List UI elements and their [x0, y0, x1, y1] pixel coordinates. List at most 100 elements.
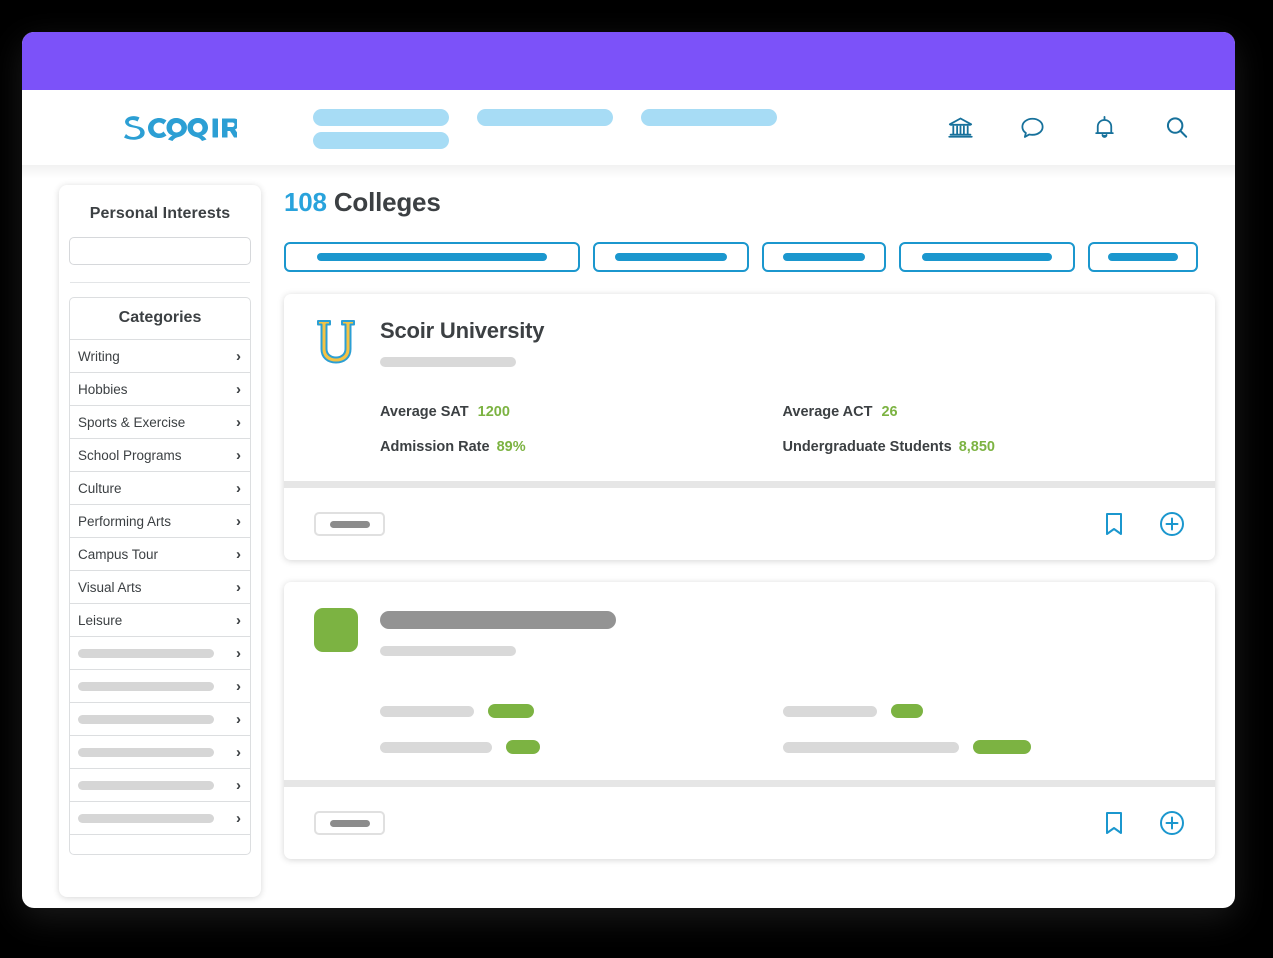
category-placeholder-bar [78, 747, 214, 757]
college-logo-placeholder [314, 608, 358, 652]
chevron-right-icon: › [236, 380, 241, 398]
app-window: Personal Interests Categories Writing › … [22, 32, 1235, 908]
college-card-scoir-university[interactable]: Scoir University Average SAT 1200 Averag… [284, 294, 1215, 560]
chevron-right-icon: › [236, 578, 241, 596]
filter-chip-1[interactable] [284, 242, 580, 272]
sidebar-item-empty [70, 835, 250, 854]
sidebar-item-placeholder[interactable]: › [70, 703, 250, 736]
card-footer [284, 787, 1215, 859]
add-circle-icon[interactable] [1159, 810, 1185, 836]
filter-placeholder-bar [317, 253, 547, 261]
chevron-right-icon: › [236, 710, 241, 728]
sidebar-item-culture[interactable]: Culture › [70, 472, 250, 505]
filter-placeholder-bar [615, 253, 727, 261]
stat-label-placeholder [380, 741, 492, 753]
category-label: Culture [78, 480, 122, 496]
sidebar-item-performing-arts[interactable]: Performing Arts › [70, 505, 250, 538]
stat-label-placeholder [380, 705, 474, 717]
sidebar-item-school-programs[interactable]: School Programs › [70, 439, 250, 472]
card-divider [284, 780, 1215, 787]
card-footer-icons [1103, 511, 1185, 537]
sidebar-item-sports-exercise[interactable]: Sports & Exercise › [70, 406, 250, 439]
chevron-right-icon: › [236, 446, 241, 464]
chevron-right-icon: › [236, 479, 241, 497]
chevron-right-icon: › [236, 644, 241, 662]
search-icon[interactable] [1162, 114, 1190, 142]
sidebar-divider [70, 282, 250, 283]
nav-placeholder-bar [313, 131, 449, 149]
chevron-right-icon: › [236, 776, 241, 794]
sidebar-item-writing[interactable]: Writing › [70, 340, 250, 373]
filter-chip-5[interactable] [1088, 242, 1198, 272]
sidebar-search-input[interactable] [69, 237, 251, 265]
stat-label: Undergraduate Students [782, 439, 952, 455]
card-footer [284, 488, 1215, 560]
nav-item-3[interactable] [641, 107, 777, 126]
category-label: Performing Arts [78, 513, 172, 529]
sidebar-item-hobbies[interactable]: Hobbies › [70, 373, 250, 406]
filter-chip-3[interactable] [762, 242, 886, 272]
stat-average-act: Average ACT 26 [783, 404, 1186, 420]
main-nav [313, 107, 777, 149]
purple-top-bar [22, 32, 1235, 90]
college-name: Scoir University [380, 318, 545, 343]
sidebar-item-placeholder[interactable]: › [70, 637, 250, 670]
category-placeholder-bar [78, 648, 214, 658]
sidebar-item-placeholder[interactable]: › [70, 769, 250, 802]
chat-bubble-icon[interactable] [1018, 114, 1046, 142]
stat-placeholder-row [782, 740, 1186, 754]
stat-value-placeholder [506, 740, 540, 754]
button-label-placeholder [329, 520, 370, 528]
chevron-right-icon: › [236, 809, 241, 827]
card-heading: Scoir University [380, 316, 1185, 367]
categories-header: Categories [70, 298, 250, 340]
category-label: Campus Tour [78, 546, 159, 562]
sidebar-item-placeholder[interactable]: › [70, 736, 250, 769]
card-action-button[interactable] [314, 811, 385, 835]
bookmark-icon[interactable] [1103, 810, 1125, 836]
sidebar-item-placeholder[interactable]: › [70, 802, 250, 835]
filter-placeholder-bar [783, 253, 865, 261]
bell-icon[interactable] [1090, 114, 1118, 142]
sidebar-item-visual-arts[interactable]: Visual Arts › [70, 571, 250, 604]
card-header: Scoir University [314, 316, 1185, 368]
stat-value-placeholder [890, 704, 923, 718]
filter-chip-2[interactable] [593, 242, 749, 272]
stat-placeholder-row [380, 740, 783, 754]
chevron-right-icon: › [236, 413, 241, 431]
sidebar-item-campus-tour[interactable]: Campus Tour › [70, 538, 250, 571]
chevron-right-icon: › [236, 677, 241, 695]
filter-placeholder-bar [922, 253, 1052, 261]
nav-item-2[interactable] [477, 107, 613, 126]
filter-placeholder-bar [1108, 253, 1178, 261]
college-stats-grid: Average SAT 1200 Average ACT 26 Admissio… [314, 404, 1185, 455]
college-count: 108 [284, 187, 327, 217]
add-circle-icon[interactable] [1159, 511, 1185, 537]
college-card-placeholder[interactable] [284, 582, 1215, 859]
category-label: Leisure [78, 612, 123, 628]
header-icon-group [946, 114, 1190, 142]
nav-item-1[interactable] [313, 107, 449, 149]
sidebar-panel: Personal Interests Categories Writing › … [59, 185, 261, 897]
category-label: Writing [78, 348, 120, 364]
card-heading [380, 604, 1185, 656]
filter-chip-4[interactable] [899, 242, 1075, 272]
app-header [22, 90, 1235, 179]
page-title: 108 Colleges [284, 185, 1215, 218]
page-body: Personal Interests Categories Writing › … [22, 165, 1235, 908]
card-action-button[interactable] [314, 512, 385, 536]
sidebar-item-placeholder[interactable]: › [70, 670, 250, 703]
stat-undergraduate-students: Undergraduate Students 8,850 [783, 439, 1186, 455]
filter-chip-row [284, 242, 1215, 272]
stat-label: Average SAT [380, 404, 469, 420]
stat-value: 8,850 [958, 439, 995, 455]
sidebar-title: Personal Interests [89, 205, 231, 222]
chevron-right-icon: › [236, 347, 241, 365]
category-placeholder-bar [78, 780, 214, 790]
sidebar-item-leisure[interactable]: Leisure › [70, 604, 250, 637]
scoir-logo[interactable] [122, 115, 237, 141]
stat-value: 1200 [477, 404, 510, 420]
college-bank-icon[interactable] [946, 114, 974, 142]
nav-placeholder-bar [313, 108, 449, 126]
bookmark-icon[interactable] [1103, 511, 1125, 537]
